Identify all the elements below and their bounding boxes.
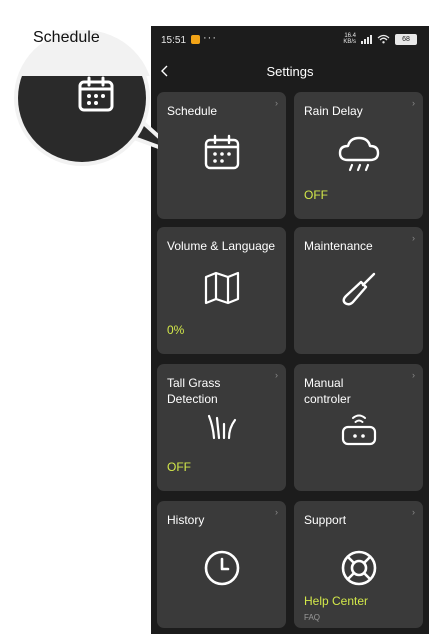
maintenance-card[interactable]: Maintenance › xyxy=(294,227,423,354)
tall-grass-card[interactable]: Tall Grass Detection › OFF xyxy=(157,364,286,491)
remote-controller-icon xyxy=(341,414,376,446)
card-title: Rain Delay xyxy=(304,104,363,118)
map-icon xyxy=(204,271,239,305)
chevron-right-icon: › xyxy=(412,233,415,243)
chevron-right-icon: › xyxy=(412,507,415,517)
rain-cloud-icon xyxy=(338,136,379,172)
signal-icon xyxy=(361,34,372,44)
grass-icon xyxy=(207,414,236,440)
history-card[interactable]: History › xyxy=(157,501,286,628)
chevron-right-icon: › xyxy=(412,370,415,380)
battery-icon: 68 xyxy=(395,33,417,45)
card-title: Volume & Language xyxy=(167,239,276,253)
status-time: 15:51 xyxy=(161,35,187,46)
chevron-right-icon: › xyxy=(275,507,278,517)
network-speed: 16.4 KB/s xyxy=(343,33,356,45)
more-notifications-icon: ··· xyxy=(203,32,217,44)
wifi-icon xyxy=(377,34,390,44)
rain-delay-status: OFF xyxy=(304,188,328,202)
callout-calendar-icon xyxy=(78,76,114,112)
magnifier-callout xyxy=(14,30,158,166)
app-notification-icon xyxy=(191,35,200,44)
manual-controller-card[interactable]: Manual controler › xyxy=(294,364,423,491)
status-indicators: 16.4 KB/s 68 xyxy=(334,33,417,45)
card-title: History xyxy=(167,513,205,527)
calendar-icon xyxy=(204,134,239,170)
support-card[interactable]: Support › Help Center FAQ xyxy=(294,501,423,628)
card-title: Maintenance xyxy=(304,239,373,253)
chevron-right-icon: › xyxy=(412,98,415,108)
rain-delay-card[interactable]: Rain Delay › OFF xyxy=(294,92,423,219)
status-bar: 15:51 ··· 16.4 KB/s 68 xyxy=(151,26,429,54)
schedule-card[interactable]: Schedule › xyxy=(157,92,286,219)
phone-screen: 15:51 ··· 16.4 KB/s 68 Settings Schedule… xyxy=(151,26,429,634)
card-title: Schedule xyxy=(167,104,218,118)
faq-link[interactable]: FAQ xyxy=(304,613,320,622)
volume-language-card[interactable]: Volume & Language 0% xyxy=(157,227,286,354)
clock-icon xyxy=(204,550,239,586)
nav-bar: Settings xyxy=(151,58,429,84)
screwdriver-icon xyxy=(342,272,375,306)
chevron-right-icon: › xyxy=(275,98,278,108)
lifebuoy-icon xyxy=(341,550,376,586)
page-title: Settings xyxy=(266,64,314,79)
card-title: Manual controler xyxy=(304,376,351,406)
help-center-link[interactable]: Help Center xyxy=(304,594,368,608)
card-title: Support xyxy=(304,513,347,527)
card-title: Tall Grass Detection xyxy=(167,376,221,406)
tall-grass-status: OFF xyxy=(167,460,191,474)
volume-level: 0% xyxy=(167,323,185,337)
callout-label: Schedule xyxy=(33,29,100,46)
chevron-right-icon: › xyxy=(275,370,278,380)
